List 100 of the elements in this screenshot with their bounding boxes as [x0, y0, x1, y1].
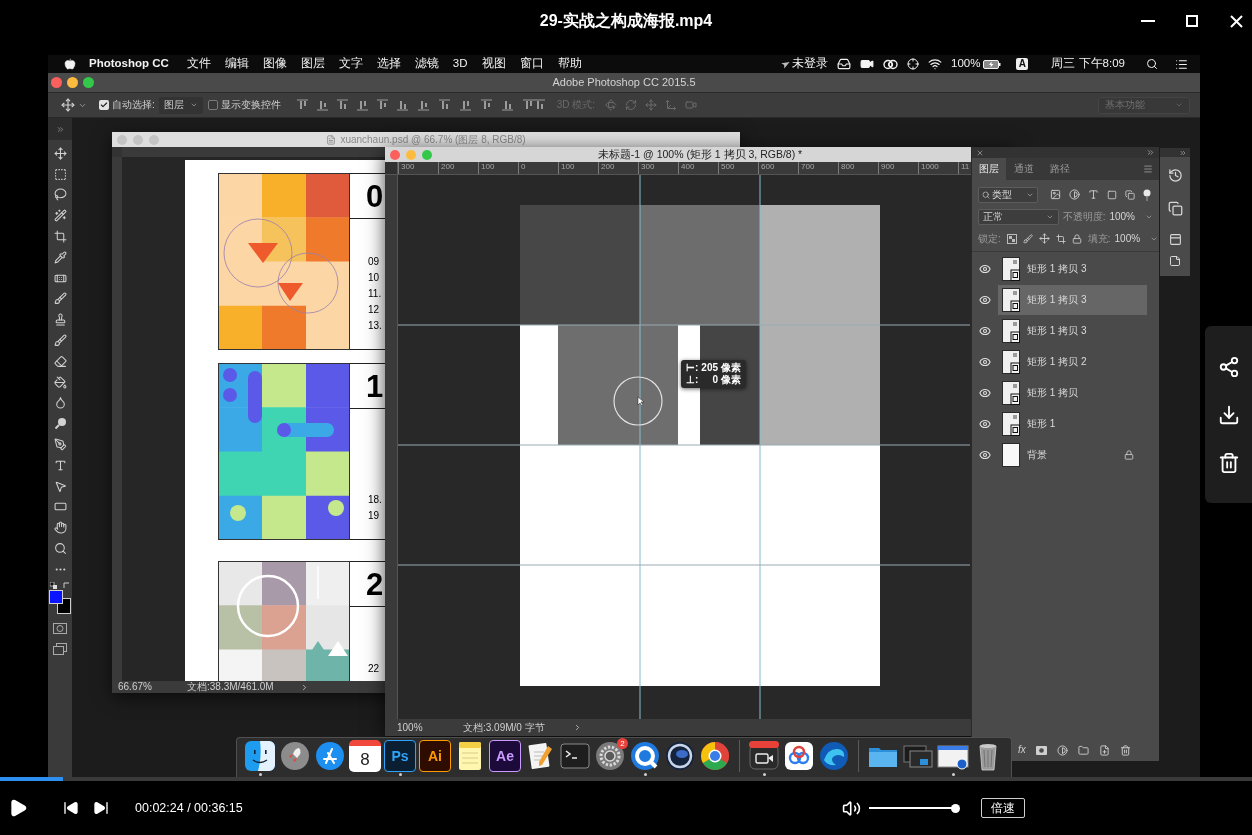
- fx-button[interactable]: fx: [1018, 745, 1026, 755]
- eraser-icon[interactable]: [53, 354, 67, 368]
- crop-icon[interactable]: [53, 230, 67, 244]
- download-icon[interactable]: [1217, 403, 1240, 426]
- face-tile-icon[interactable]: [244, 740, 276, 772]
- layer-row[interactable]: 矩形 1 拷贝 3: [998, 253, 1147, 284]
- lock-icon[interactable]: [1071, 233, 1082, 244]
- align-icon[interactable]: [356, 99, 368, 111]
- terminal-icon[interactable]: [559, 740, 591, 772]
- type-icon[interactable]: [53, 458, 67, 472]
- layer-row[interactable]: 背景: [998, 439, 1147, 470]
- align-icon[interactable]: [376, 99, 388, 111]
- eye-icon[interactable]: [979, 293, 991, 306]
- menu-item[interactable]: 文字: [338, 58, 363, 70]
- stacked-squares-icon[interactable]: [1125, 189, 1135, 200]
- lollipop-icon[interactable]: [53, 417, 67, 431]
- eye-icon[interactable]: [979, 262, 991, 275]
- pointer-icon[interactable]: [53, 479, 67, 493]
- move-icon[interactable]: [61, 98, 75, 112]
- color-swatches-icon[interactable]: [49, 589, 71, 614]
- auto-align-icon[interactable]: [533, 99, 545, 111]
- distribute-icon[interactable]: [522, 99, 534, 111]
- apple-icon[interactable]: [64, 58, 76, 70]
- eye-icon[interactable]: [979, 324, 991, 337]
- distribute-icon[interactable]: [480, 99, 492, 111]
- speed-button[interactable]: 倍速: [981, 798, 1025, 818]
- note-icon[interactable]: [1169, 255, 1181, 267]
- copy-icon[interactable]: [1167, 201, 1183, 216]
- brush-icon[interactable]: [53, 292, 67, 306]
- app-tile-button[interactable]: Ae: [489, 740, 521, 772]
- half-circle-icon[interactable]: [1056, 744, 1068, 756]
- chevrons-icon[interactable]: [1179, 148, 1187, 157]
- chevron-icon[interactable]: [573, 723, 582, 732]
- previous-icon[interactable]: [63, 800, 79, 816]
- eyedropper-icon[interactable]: [53, 250, 67, 264]
- wifi-icon[interactable]: [928, 57, 942, 71]
- blend-mode-dropdown[interactable]: 正常: [978, 208, 1059, 225]
- folder-icon[interactable]: [1077, 744, 1089, 756]
- align-icon[interactable]: [316, 99, 328, 111]
- menu-item[interactable]: 窗口: [519, 58, 544, 70]
- layer-row[interactable]: 矩形 1 拷贝 3: [998, 284, 1147, 315]
- panel-icon[interactable]: [1168, 233, 1182, 246]
- menu-item[interactable]: 图层: [300, 58, 325, 70]
- layer-row[interactable]: 矩形 1 拷贝 3: [998, 315, 1147, 346]
- menu-item[interactable]: 滤镜: [414, 58, 439, 70]
- mini-swatches-icon[interactable]: [50, 581, 57, 589]
- menu-item[interactable]: 文件: [186, 58, 211, 70]
- gear-icon[interactable]: [594, 740, 626, 772]
- distribute-icon[interactable]: [438, 99, 450, 111]
- half-circle-icon[interactable]: [1069, 189, 1080, 200]
- crop-icon[interactable]: [1055, 233, 1066, 244]
- next-icon[interactable]: [93, 800, 109, 816]
- menu-item[interactable]: 视图: [481, 58, 506, 70]
- opacity-field[interactable]: 100%: [1109, 211, 1153, 222]
- menu-item[interactable]: 3D: [452, 58, 468, 70]
- eye-icon[interactable]: [979, 355, 991, 368]
- close-icon[interactable]: [976, 148, 984, 157]
- align-icon[interactable]: [336, 99, 348, 111]
- eye-icon[interactable]: [979, 386, 991, 399]
- camera-icon[interactable]: [860, 57, 874, 71]
- chevrons-icon[interactable]: [1146, 148, 1155, 157]
- progress-track[interactable]: [0, 777, 1252, 781]
- crosshair-icon[interactable]: [907, 58, 919, 70]
- clock-text[interactable]: 周三 下午8:09: [1051, 58, 1125, 70]
- rings-icon[interactable]: [883, 58, 898, 70]
- layer-target-dropdown[interactable]: 图层: [158, 96, 203, 114]
- distribute-icon[interactable]: [417, 99, 429, 111]
- checkbox[interactable]: [207, 100, 218, 110]
- layer-row[interactable]: 矩形 1 拷贝: [998, 377, 1147, 408]
- wheel-icon[interactable]: [699, 740, 731, 772]
- new-page-icon[interactable]: [1098, 744, 1110, 756]
- type-icon[interactable]: [1088, 189, 1099, 200]
- rocket-icon[interactable]: [279, 740, 311, 772]
- pin-icon[interactable]: [1143, 188, 1151, 201]
- magic-wand-icon[interactable]: [53, 209, 67, 223]
- trash-icon[interactable]: [1217, 451, 1240, 474]
- volume-icon[interactable]: [842, 798, 861, 818]
- paint-bucket-icon[interactable]: [53, 375, 67, 389]
- align-icon[interactable]: [396, 99, 408, 111]
- menu-list-icon[interactable]: [1175, 57, 1188, 71]
- volume-thumb[interactable]: [950, 803, 960, 813]
- hand-icon[interactable]: [53, 521, 67, 535]
- chevron-icon[interactable]: [300, 682, 309, 692]
- video-camera-icon[interactable]: [748, 740, 780, 772]
- filter-dropdown[interactable]: 类型: [978, 186, 1038, 203]
- stamp-icon[interactable]: [53, 313, 67, 327]
- layer-row[interactable]: 矩形 1 拷贝 2: [998, 346, 1147, 377]
- chevrons-icon[interactable]: [55, 124, 65, 134]
- checker-icon[interactable]: [1006, 233, 1017, 244]
- image-icon[interactable]: [1050, 189, 1061, 200]
- marquee-icon[interactable]: [53, 167, 67, 181]
- app-tile-button[interactable]: Ai: [419, 740, 451, 772]
- lasso-icon[interactable]: [53, 188, 67, 202]
- share-icon[interactable]: [1217, 355, 1240, 378]
- tray-icon[interactable]: [837, 57, 851, 71]
- rings-icon[interactable]: [783, 740, 815, 772]
- zoom-icon[interactable]: [53, 542, 67, 556]
- eye-icon[interactable]: [979, 417, 991, 430]
- panel-tab[interactable]: 通道: [1006, 158, 1042, 180]
- mask-icon[interactable]: [1035, 745, 1047, 755]
